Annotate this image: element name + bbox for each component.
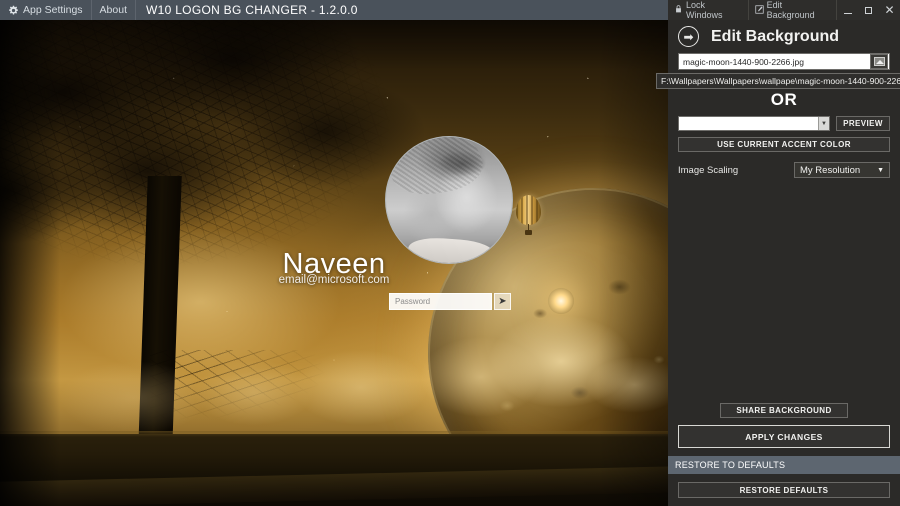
title-bar: App Settings About W10 LOGON BG CHANGER … — [0, 0, 668, 20]
tab-lock-windows[interactable]: Lock Windows — [668, 0, 749, 20]
image-scaling-row: Image Scaling My Resolution ▼ — [678, 162, 890, 178]
app-settings-menu[interactable]: App Settings — [0, 0, 92, 20]
image-browse-icon[interactable] — [870, 54, 888, 69]
file-path-combo[interactable]: magic-moon-1440-900-2266.jpg — [678, 53, 890, 70]
tab-edit-background[interactable]: Edit Background — [749, 0, 837, 20]
panel-header: ➡ Edit Background — [668, 20, 900, 53]
password-input[interactable]: Password — [389, 293, 492, 310]
image-scaling-label: Image Scaling — [678, 164, 739, 176]
or-label: OR — [770, 90, 798, 109]
apply-changes-button[interactable]: APPLY CHANGES — [678, 425, 890, 448]
panel-bottom: SHARE BACKGROUND APPLY CHANGES RESTORE T… — [668, 403, 900, 506]
tab-lock-windows-label: Lock Windows — [686, 0, 723, 20]
edit-background-panel: Lock Windows Edit Background ✕ ➡ Edit Ba… — [656, 0, 900, 506]
preview-button[interactable]: PREVIEW — [836, 116, 890, 131]
color-row: ▼ PREVIEW — [678, 116, 890, 131]
action-buttons: SHARE BACKGROUND APPLY CHANGES — [668, 403, 900, 456]
use-accent-color-button[interactable]: USE CURRENT ACCENT COLOR — [678, 137, 890, 152]
close-icon[interactable]: ✕ — [879, 0, 900, 20]
avatar — [385, 136, 513, 264]
app-window: App Settings About W10 LOGON BG CHANGER … — [0, 0, 900, 506]
chevron-down-icon: ▼ — [877, 166, 884, 174]
lockscreen-ui: Naveen email@microsoft.com Password ➤ — [0, 20, 668, 506]
minimize-icon[interactable] — [837, 0, 858, 20]
window-controls: ✕ — [837, 0, 900, 20]
image-scaling-value: My Resolution — [800, 164, 861, 176]
circled-right-arrow-icon[interactable]: ➡ — [678, 26, 699, 47]
arrow-right-icon[interactable]: ➤ — [494, 293, 511, 310]
tab-edit-background-label: Edit Background — [766, 0, 815, 20]
maximize-icon[interactable] — [858, 0, 879, 20]
color-combo[interactable]: ▼ — [678, 116, 830, 131]
restore-section-header: RESTORE TO DEFAULTS — [668, 456, 900, 474]
panel-title: Edit Background — [711, 27, 840, 45]
share-background-button[interactable]: SHARE BACKGROUND — [720, 403, 848, 418]
image-scaling-select[interactable]: My Resolution ▼ — [794, 162, 890, 178]
window-title: W10 LOGON BG CHANGER - 1.2.0.0 — [146, 3, 358, 17]
edit-icon — [755, 4, 764, 16]
lockscreen-preview[interactable]: Naveen email@microsoft.com Password ➤ — [0, 20, 668, 506]
password-placeholder: Password — [395, 297, 431, 306]
app-settings-label: App Settings — [23, 4, 83, 16]
about-label: About — [99, 4, 127, 16]
file-path-value: magic-moon-1440-900-2266.jpg — [683, 56, 804, 67]
panel-tab-bar: Lock Windows Edit Background ✕ — [668, 0, 900, 20]
chevron-down-icon[interactable]: ▼ — [818, 117, 829, 130]
about-menu[interactable]: About — [92, 0, 136, 20]
restore-wrap: RESTORE DEFAULTS — [668, 482, 900, 506]
color-combo-value — [679, 117, 818, 130]
lock-icon — [674, 4, 683, 16]
file-path-tooltip: F:\Wallpapers\Wallpapers\wallpape\magic-… — [656, 73, 900, 89]
panel-body: magic-moon-1440-900-2266.jpg F:\Wallpape… — [656, 53, 900, 178]
password-row: Password ➤ — [389, 293, 511, 310]
lockscreen-email: email@microsoft.com — [278, 274, 390, 286]
restore-defaults-button[interactable]: RESTORE DEFAULTS — [678, 482, 890, 498]
gear-icon — [8, 5, 19, 16]
